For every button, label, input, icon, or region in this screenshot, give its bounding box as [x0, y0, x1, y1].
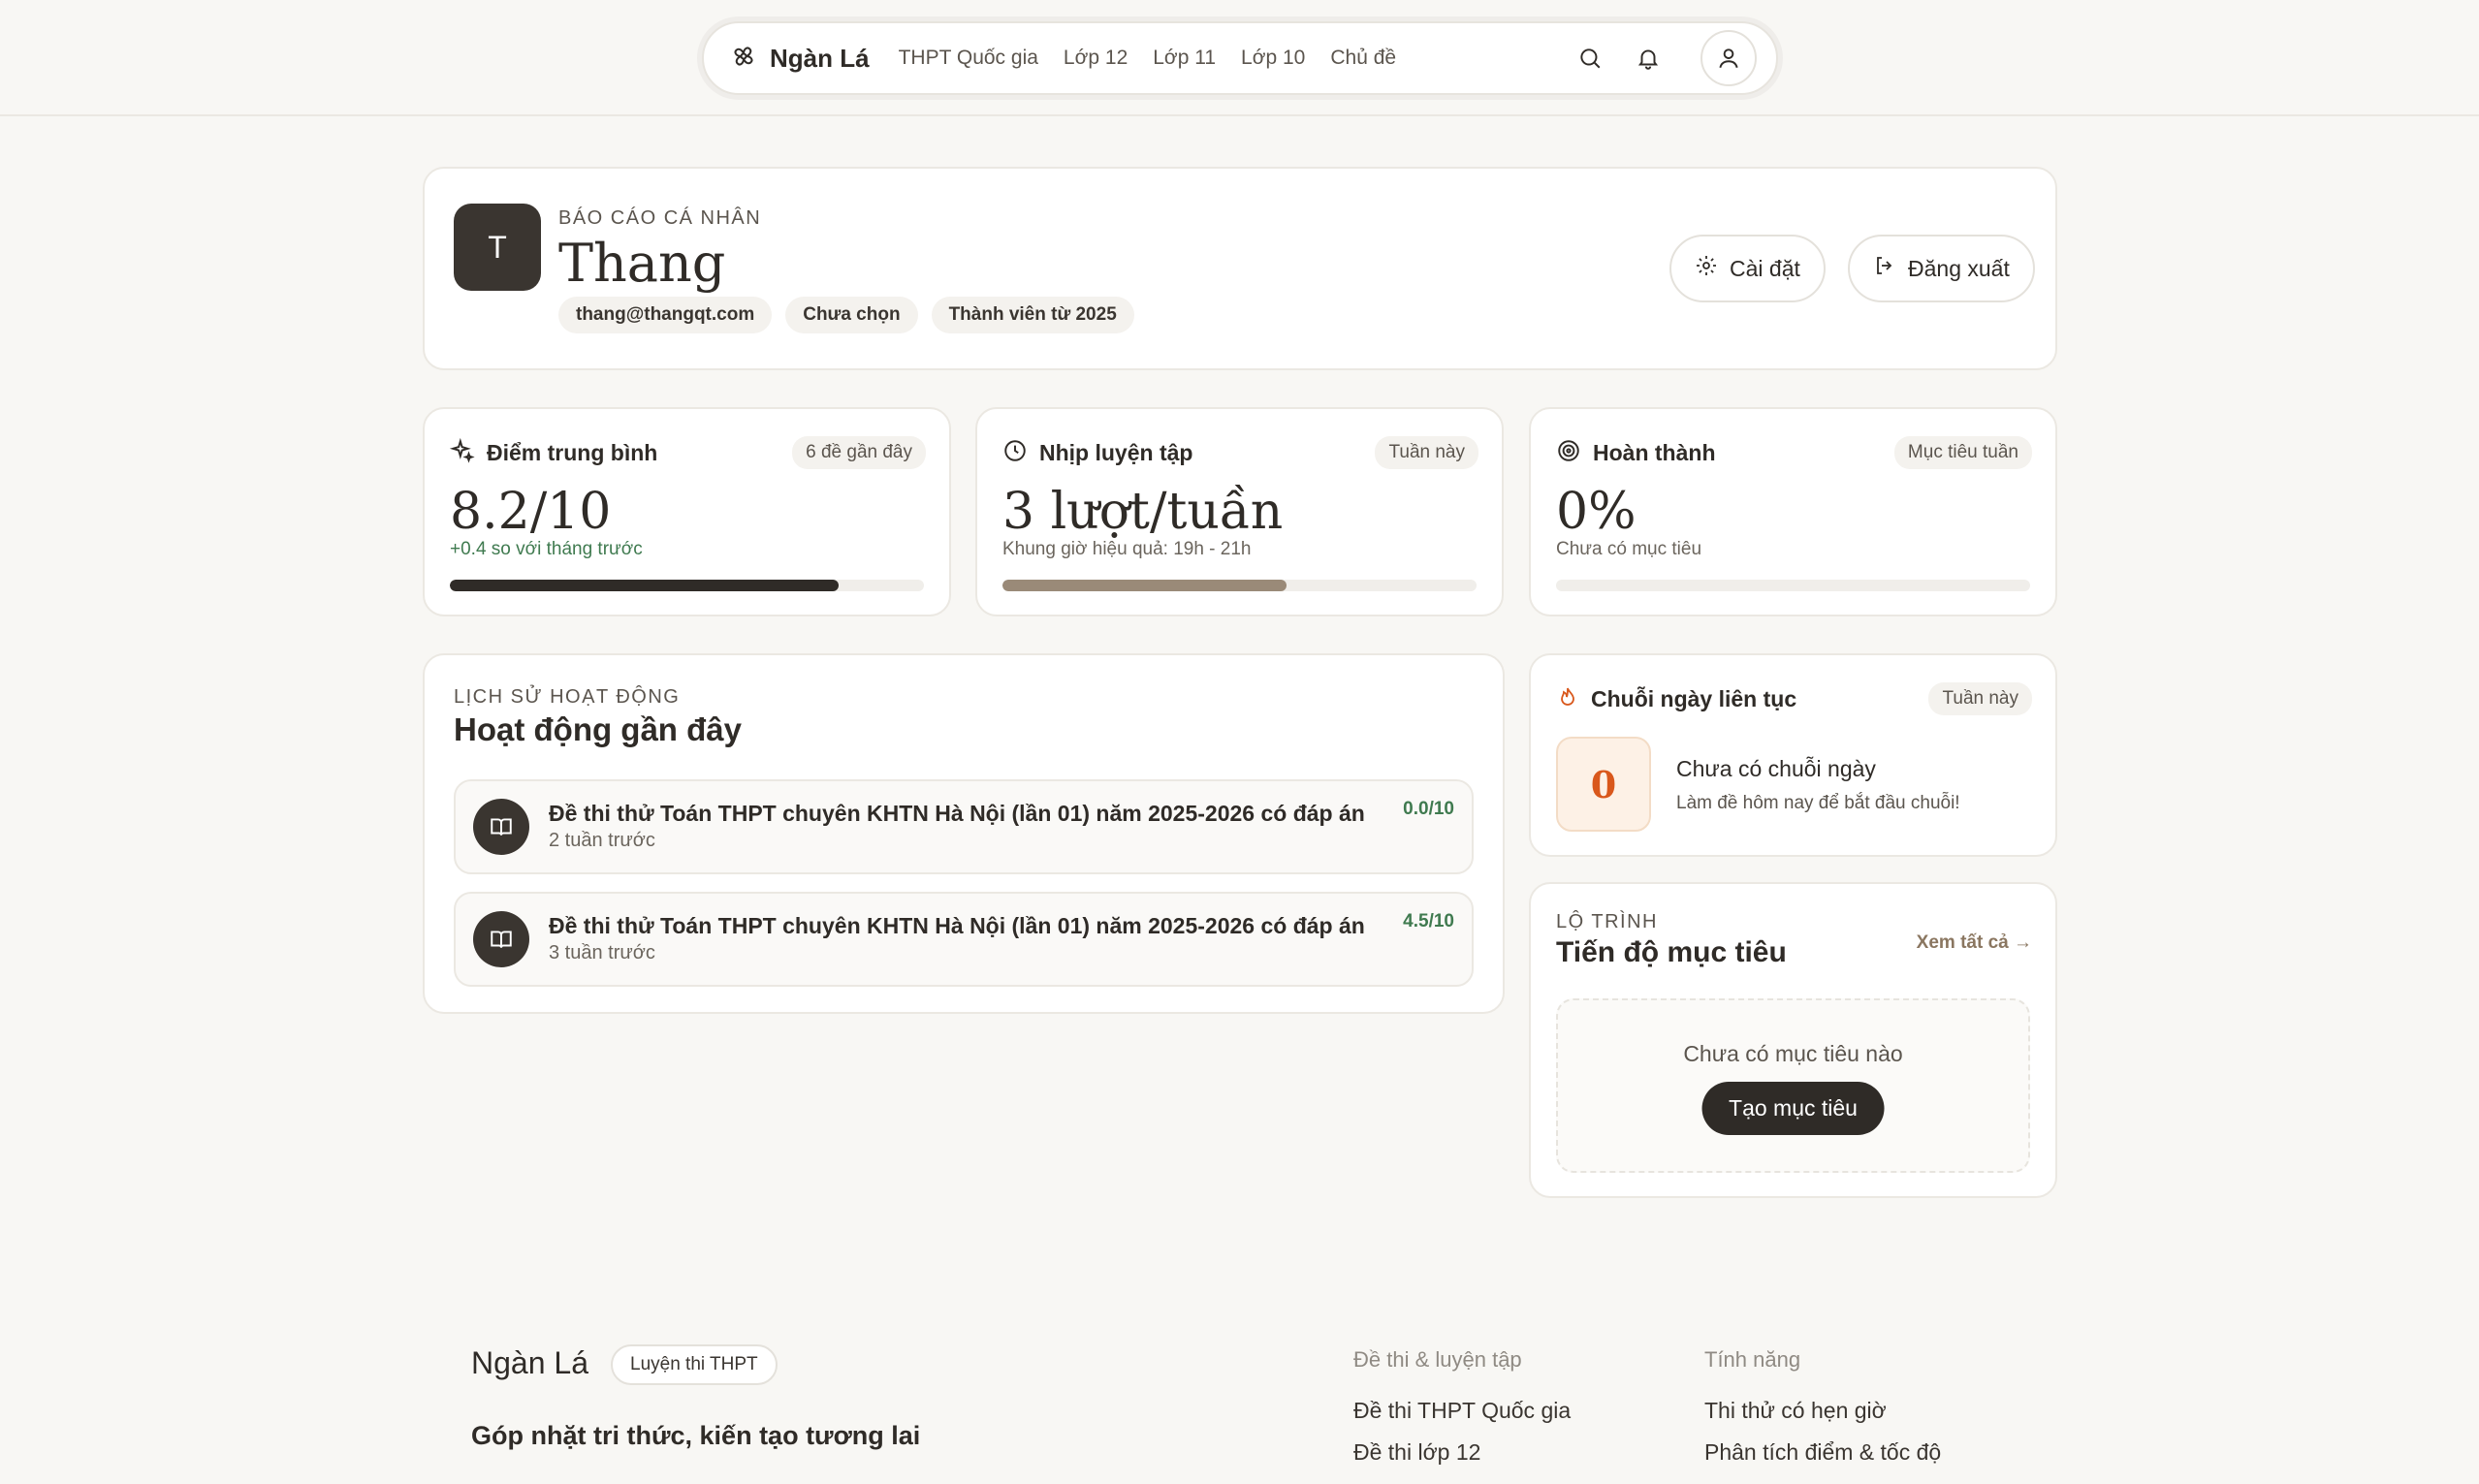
nav-link-topics[interactable]: Chủ đề: [1330, 47, 1396, 70]
activity-history-card: LỊCH SỬ HOẠT ĐỘNG Hoạt động gần đây Đề t…: [423, 653, 1505, 1014]
footer-slogan: Góp nhặt tri thức, kiến tạo tương lai: [471, 1421, 921, 1450]
goals-empty-text: Chưa có mục tiêu nào: [1683, 1041, 1903, 1066]
list-item[interactable]: Đề thi thử Toán THPT chuyên KHTN Hà Nội …: [454, 779, 1474, 874]
activity-score: 0.0/10: [1403, 799, 1454, 819]
create-goal-button[interactable]: Tạo mục tiêu: [1701, 1082, 1885, 1135]
stat-card-average: Điểm trung bình 6 đề gần đây 8.2/10 +0.4…: [423, 407, 951, 616]
brand[interactable]: Ngàn Lá: [729, 42, 870, 76]
footer-link[interactable]: Đề thi lớp 12: [1353, 1439, 1571, 1466]
top-bar: Ngàn Lá THPT Quốc gia Lớp 12 Lớp 11 Lớp …: [0, 0, 2479, 116]
streak-header: Chuỗi ngày liên tục: [1556, 684, 1796, 714]
profile-chips: thang@thangqt.com Chưa chọn Thành viên t…: [558, 297, 1134, 333]
gear-icon: [1695, 254, 1718, 283]
clock-icon: [1002, 438, 1028, 468]
activity-title: Đề thi thử Toán THPT chuyên KHTN Hà Nội …: [549, 913, 1365, 938]
logout-label: Đăng xuất: [1908, 255, 2010, 281]
see-all-link[interactable]: Xem tất cả →: [1917, 932, 2032, 954]
progress-fill: [450, 580, 839, 591]
search-icon[interactable]: [1573, 41, 1607, 76]
settings-button[interactable]: Cài đặt: [1669, 235, 1826, 302]
stat-value: 8.2/10: [450, 483, 612, 541]
profile-card: T BÁO CÁO CÁ NHÂN Thang thang@thangqt.co…: [423, 167, 2057, 370]
brand-name: Ngàn Lá: [770, 43, 870, 73]
streak-status: Chưa có chuỗi ngày: [1676, 756, 1876, 781]
stat-header: Hoàn thành: [1556, 438, 1716, 468]
email-chip: thang@thangqt.com: [558, 297, 773, 333]
history-eyebrow: LỊCH SỬ HOẠT ĐỘNG: [454, 686, 681, 708]
sparkle-icon: [449, 437, 475, 468]
history-title: Hoạt động gần đây: [454, 711, 742, 747]
stat-value: 3 lượt/tuần: [1002, 483, 1284, 541]
goals-eyebrow: LỘ TRÌNH: [1556, 911, 1658, 932]
nav-link-grade-11[interactable]: Lớp 11: [1153, 47, 1216, 70]
progress-bar: [1002, 580, 1477, 591]
footer-column-features: Tính năng Thi thử có hẹn giờ Phân tích đ…: [1704, 1347, 1941, 1481]
stat-card-practice-rhythm: Nhịp luyện tập Tuần này 3 lượt/tuần Khun…: [975, 407, 1504, 616]
progress-bar: [1556, 580, 2030, 591]
activity-title: Đề thi thử Toán THPT chuyên KHTN Hà Nội …: [549, 801, 1365, 826]
streak-title: Chuỗi ngày liên tục: [1591, 686, 1797, 711]
stat-value: 0%: [1556, 483, 1637, 541]
avatar: T: [454, 204, 541, 291]
footer-column-exams: Đề thi & luyện tập Đề thi THPT Quốc gia …: [1353, 1347, 1571, 1481]
settings-label: Cài đặt: [1730, 255, 1800, 281]
streak-count: 0: [1556, 737, 1651, 832]
stat-header: Điểm trung bình: [449, 437, 658, 468]
streak-badge: Tuần này: [1928, 682, 2032, 715]
stat-badge: Mục tiêu tuần: [1893, 436, 2032, 469]
activity-score: 4.5/10: [1403, 911, 1454, 931]
goals-empty-state: Chưa có mục tiêu nào Tạo mục tiêu: [1556, 998, 2030, 1173]
footer-link[interactable]: Thi thử có hẹn giờ: [1704, 1398, 1941, 1424]
leaf-logo-icon: [729, 42, 758, 76]
stat-header: Nhịp luyện tập: [1002, 438, 1192, 468]
footer-column-heading: Tính năng: [1704, 1347, 1801, 1372]
book-icon: [473, 799, 529, 855]
bell-icon[interactable]: [1631, 41, 1666, 76]
book-icon: [473, 911, 529, 967]
list-item[interactable]: Đề thi thử Toán THPT chuyên KHTN Hà Nội …: [454, 892, 1474, 987]
logout-icon: [1873, 254, 1896, 283]
nav-links: THPT Quốc gia Lớp 12 Lớp 11 Lớp 10 Chủ đ…: [899, 47, 1573, 70]
logout-button[interactable]: Đăng xuất: [1848, 235, 2035, 302]
stat-card-completion: Hoàn thành Mục tiêu tuần 0% Chưa có mục …: [1529, 407, 2057, 616]
stat-title: Hoàn thành: [1593, 440, 1716, 465]
main-nav: Ngàn Lá THPT Quốc gia Lớp 12 Lớp 11 Lớp …: [702, 21, 1778, 95]
nav-link-thpt[interactable]: THPT Quốc gia: [899, 47, 1038, 70]
grade-chip: Chưa chọn: [785, 297, 918, 333]
target-icon: [1556, 438, 1581, 468]
activity-time: 3 tuần trước: [549, 942, 655, 963]
stat-title: Nhịp luyện tập: [1039, 440, 1193, 465]
flame-icon: [1556, 684, 1579, 714]
nav-link-grade-12[interactable]: Lớp 12: [1064, 47, 1128, 70]
footer-brand[interactable]: Ngàn Lá: [471, 1345, 588, 1381]
activity-time: 2 tuần trước: [549, 830, 655, 851]
goals-card: LỘ TRÌNH Tiến độ mục tiêu Xem tất cả → C…: [1529, 882, 2057, 1198]
footer-link[interactable]: Phân tích điểm & tốc độ: [1704, 1439, 1941, 1466]
footer-column-heading: Đề thi & luyện tập: [1353, 1347, 1522, 1372]
streak-card: Chuỗi ngày liên tục Tuần này 0 Chưa có c…: [1529, 653, 2057, 857]
user-icon[interactable]: [1700, 30, 1757, 86]
stat-subtext: +0.4 so với tháng trước: [450, 539, 643, 559]
progress-bar: [450, 580, 924, 591]
goals-title: Tiến độ mục tiêu: [1556, 936, 1787, 968]
profile-eyebrow: BÁO CÁO CÁ NHÂN: [558, 207, 762, 229]
stat-subtext: Khung giờ hiệu quả: 19h - 21h: [1002, 539, 1252, 559]
stat-badge: Tuần này: [1375, 436, 1478, 469]
streak-hint: Làm đề hôm nay để bắt đầu chuỗi!: [1676, 793, 1960, 813]
footer-tag: Luyện thi THPT: [611, 1344, 778, 1385]
history-list: Đề thi thử Toán THPT chuyên KHTN Hà Nội …: [454, 779, 1474, 1004]
nav-link-grade-10[interactable]: Lớp 10: [1241, 47, 1305, 70]
stat-title: Điểm trung bình: [487, 440, 658, 465]
stat-badge: 6 đề gần đây: [792, 436, 926, 469]
progress-fill: [1002, 580, 1287, 591]
nav-actions: [1573, 30, 1757, 86]
stat-subtext: Chưa có mục tiêu: [1556, 539, 1702, 559]
footer-link[interactable]: Đề thi THPT Quốc gia: [1353, 1398, 1571, 1424]
profile-name: Thang: [558, 233, 726, 294]
member-since-chip: Thành viên từ 2025: [931, 297, 1134, 333]
